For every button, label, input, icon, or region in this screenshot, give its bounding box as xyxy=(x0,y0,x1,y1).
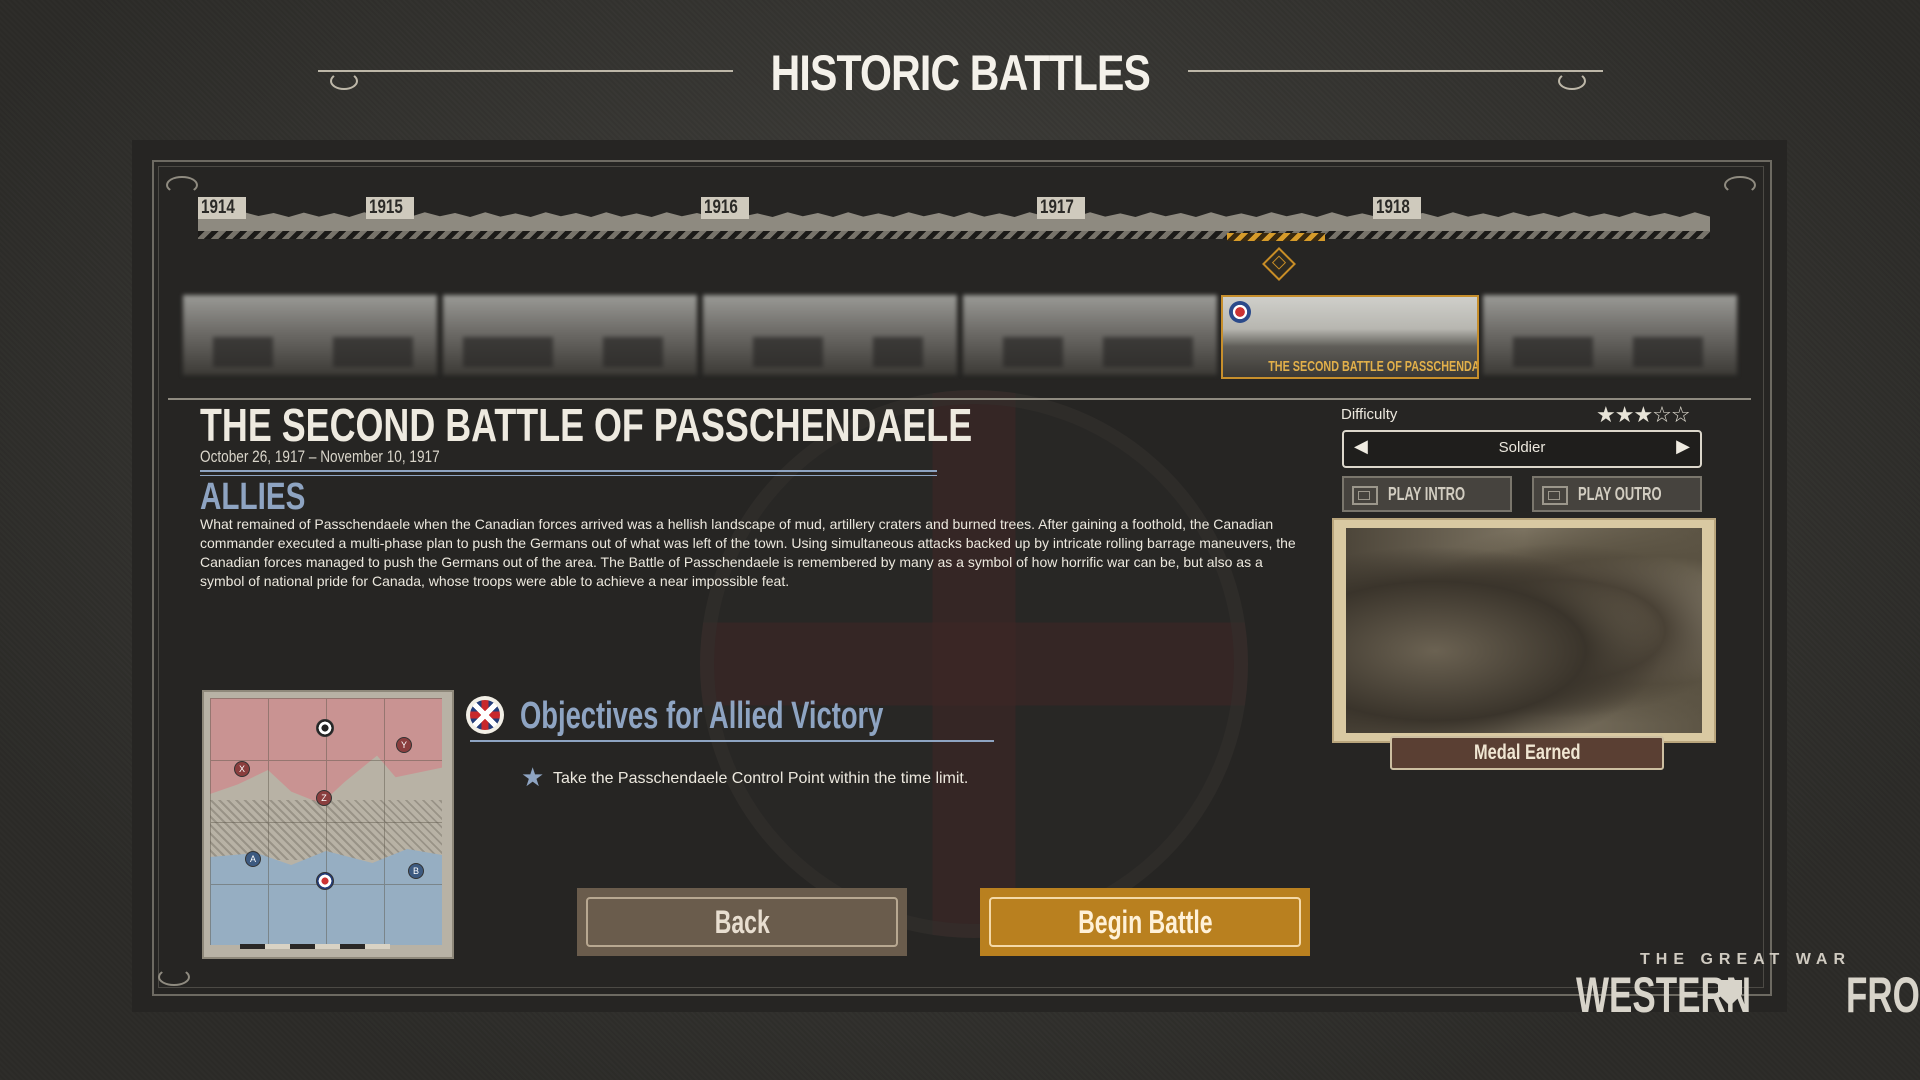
difficulty-selector[interactable]: ◀ Soldier ▶ xyxy=(1342,430,1702,468)
timeline-year[interactable]: 1915 xyxy=(366,197,415,219)
battle-thumbnail[interactable] xyxy=(443,295,697,375)
battle-date-text: October 26, 1917 – November 10, 1917 xyxy=(200,447,440,466)
battle-photo xyxy=(1332,518,1716,743)
timeline-stripe xyxy=(198,231,1710,239)
timeline-year-label: 1916 xyxy=(704,197,738,218)
timeline-year[interactable]: 1918 xyxy=(1373,197,1422,219)
battle-description: What remained of Passchendaele when the … xyxy=(200,516,1296,589)
timeline-year[interactable]: 1914 xyxy=(198,197,247,219)
objective-star-icon: ★ xyxy=(521,762,545,792)
timeline-year[interactable]: 1916 xyxy=(701,197,750,219)
timeline-year-label: 1914 xyxy=(201,197,235,218)
timeline-year[interactable]: 1917 xyxy=(1037,197,1086,219)
play-intro-label-text: PLAY INTRO xyxy=(1388,484,1466,504)
objectives-title-text: Objectives for Allied Victory xyxy=(520,695,884,737)
game-logo: WESTERNFRONT xyxy=(1576,966,1920,1024)
faction-heading-text: ALLIES xyxy=(200,476,306,518)
timeline-year-label: 1918 xyxy=(1376,197,1410,218)
battle-thumbnail[interactable] xyxy=(963,295,1217,375)
battle-date: October 26, 1917 – November 10, 1917 xyxy=(200,447,500,467)
timeline-band xyxy=(198,212,1710,231)
map-enemy-hq-icon xyxy=(316,719,334,737)
timeline-year-label: 1917 xyxy=(1040,197,1074,218)
battle-thumbnail-selected[interactable]: THE SECOND BATTLE OF PASSCHENDAELE xyxy=(1221,295,1479,379)
medal-earned-banner: Medal Earned xyxy=(1390,736,1664,770)
play-intro-label: PLAY INTRO xyxy=(1388,484,1495,505)
map-objective-b: B xyxy=(408,863,424,879)
difficulty-next-arrow-icon[interactable]: ▶ xyxy=(1676,436,1690,457)
battle-thumbnail[interactable] xyxy=(183,295,437,375)
play-outro-label-text: PLAY OUTRO xyxy=(1578,484,1662,504)
back-button[interactable]: Back xyxy=(577,888,907,956)
play-intro-button[interactable]: PLAY INTRO xyxy=(1342,476,1512,512)
corner-ornament-top-right xyxy=(1724,176,1756,194)
faction-emblem-watermark xyxy=(700,390,1248,938)
objectives-title: Objectives for Allied Victory xyxy=(520,695,1025,738)
page-title-text: HISTORIC BATTLES xyxy=(770,45,1150,101)
battle-photo-image xyxy=(1346,528,1702,733)
corner-ornament-top-left xyxy=(166,176,198,194)
faction-heading: ALLIES xyxy=(200,476,335,519)
battle-title: THE SECOND BATTLE OF PASSCHENDAELE xyxy=(200,398,1190,452)
back-button-label-text: Back xyxy=(714,904,770,940)
map-objective-z: Z xyxy=(316,790,332,806)
map-scale-bar xyxy=(240,944,390,949)
corner-ornament-bottom-left xyxy=(158,968,190,986)
map-objective-x: X xyxy=(234,761,250,777)
medal-earned-text: Medal Earned xyxy=(1473,741,1581,764)
objective-item: Take the Passchendaele Control Point wit… xyxy=(553,770,969,787)
begin-battle-button[interactable]: Begin Battle xyxy=(980,888,1310,956)
game-logo-text-right: FRONT xyxy=(1846,967,1920,1023)
map-allied-hq-icon xyxy=(316,872,334,890)
page-title: HISTORIC BATTLES xyxy=(0,44,1920,102)
title-underline xyxy=(200,470,937,472)
begin-battle-button-label: Begin Battle xyxy=(980,888,1310,956)
play-outro-button[interactable]: PLAY OUTRO xyxy=(1532,476,1702,512)
allied-flag-icon xyxy=(466,696,504,734)
begin-battle-button-label-text: Begin Battle xyxy=(1077,904,1213,940)
back-button-label: Back xyxy=(577,888,907,956)
faction-flag-icon xyxy=(1229,301,1251,323)
film-icon xyxy=(1352,486,1378,505)
difficulty-label: Difficulty xyxy=(1341,406,1398,423)
map-objective-a: A xyxy=(245,851,261,867)
timeline-selection-marker xyxy=(1227,233,1325,241)
difficulty-value: Soldier xyxy=(1498,439,1546,456)
map-objective-y: Y xyxy=(396,737,412,753)
film-icon xyxy=(1542,486,1568,505)
difficulty-stars-icon: ★★★☆☆ xyxy=(1596,402,1691,427)
battle-thumbnail[interactable] xyxy=(1483,295,1737,375)
play-outro-label: PLAY OUTRO xyxy=(1578,484,1694,505)
timeline[interactable]: 1914 1915 1916 1917 1918 xyxy=(198,197,1710,243)
battle-title-text: THE SECOND BATTLE OF PASSCHENDAELE xyxy=(200,399,973,451)
battle-thumbnail-label: THE SECOND BATTLE OF PASSCHENDAELE xyxy=(1223,358,1477,375)
battle-thumbnail-label-text: THE SECOND BATTLE OF PASSCHENDAELE xyxy=(1268,358,1479,375)
timeline-year-label: 1915 xyxy=(369,197,403,218)
objectives-underline xyxy=(470,740,994,742)
battle-thumbnail[interactable] xyxy=(703,295,957,375)
